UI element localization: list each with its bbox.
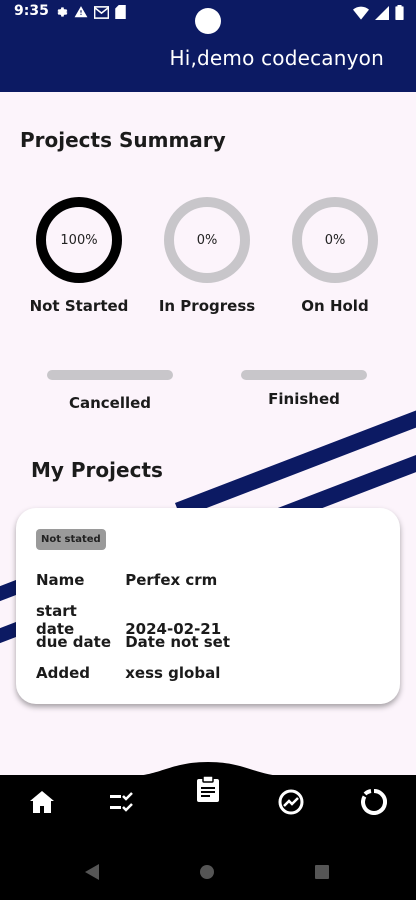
battery-icon (395, 5, 404, 20)
analytics-icon[interactable] (277, 788, 305, 816)
ring-not-started[interactable]: 100% Not Started (14, 197, 144, 315)
progress-bar (47, 370, 173, 380)
field-row-added: Added xess global (36, 664, 220, 682)
warning-icon (74, 6, 88, 18)
progress-ring: 0% (292, 197, 378, 283)
gear-icon (57, 7, 68, 17)
field-value: Perfex crm (125, 571, 218, 589)
progress-ring: 0% (164, 197, 250, 283)
ring-percent: 100% (60, 232, 98, 248)
ring-on-hold[interactable]: 0% On Hold (270, 197, 400, 315)
greeting-text: Hi,demo codecanyon (169, 46, 384, 70)
progress-bar (241, 370, 367, 380)
progress-ring-icon[interactable] (360, 788, 388, 816)
app-header: Hi,demo codecanyon (0, 26, 416, 92)
status-badge: Not stated (36, 529, 106, 550)
signal-icon (375, 5, 389, 20)
bar-label: Cancelled (68, 394, 152, 412)
project-card[interactable]: Not stated Name Perfex crm start date 20… (16, 508, 400, 704)
ring-label: In Progress (158, 297, 256, 315)
camera-cutout (195, 8, 221, 34)
field-value: xess global (125, 664, 221, 682)
field-value: Date not set (125, 633, 231, 651)
home-circle-icon[interactable] (197, 862, 217, 882)
ring-label: On Hold (301, 297, 369, 315)
task-list-icon[interactable] (110, 788, 138, 816)
app-screen: 9:35 Hi,demo codecanyon Projects Summary… (0, 0, 416, 900)
status-time: 9:35 (14, 3, 49, 19)
field-row-due-date: due date Date not set (36, 633, 230, 651)
ring-percent: 0% (324, 232, 346, 248)
wifi-icon (353, 6, 369, 20)
back-icon[interactable] (82, 862, 102, 882)
bar-cancelled[interactable]: Cancelled (25, 370, 195, 412)
progress-ring: 100% (36, 197, 122, 283)
bar-finished[interactable]: Finished (219, 370, 389, 408)
ring-label: Not Started (29, 297, 129, 315)
projects-summary-title: Projects Summary (20, 128, 226, 152)
my-projects-title: My Projects (31, 458, 163, 482)
sd-card-icon (115, 5, 126, 19)
home-icon[interactable] (28, 788, 56, 816)
status-icons-left (54, 5, 126, 19)
ring-percent: 0% (196, 232, 218, 248)
field-key: Name (36, 571, 85, 589)
field-key: Added (36, 664, 90, 682)
mail-icon (94, 5, 109, 19)
projects-fab[interactable] (185, 766, 231, 812)
field-row-name: Name Perfex crm (36, 571, 217, 589)
clipboard-icon (197, 776, 219, 802)
status-icons-right (353, 5, 404, 20)
bar-label: Finished (268, 390, 340, 408)
field-key: due date (36, 633, 112, 651)
ring-in-progress[interactable]: 0% In Progress (142, 197, 272, 315)
recents-icon[interactable] (312, 862, 332, 882)
